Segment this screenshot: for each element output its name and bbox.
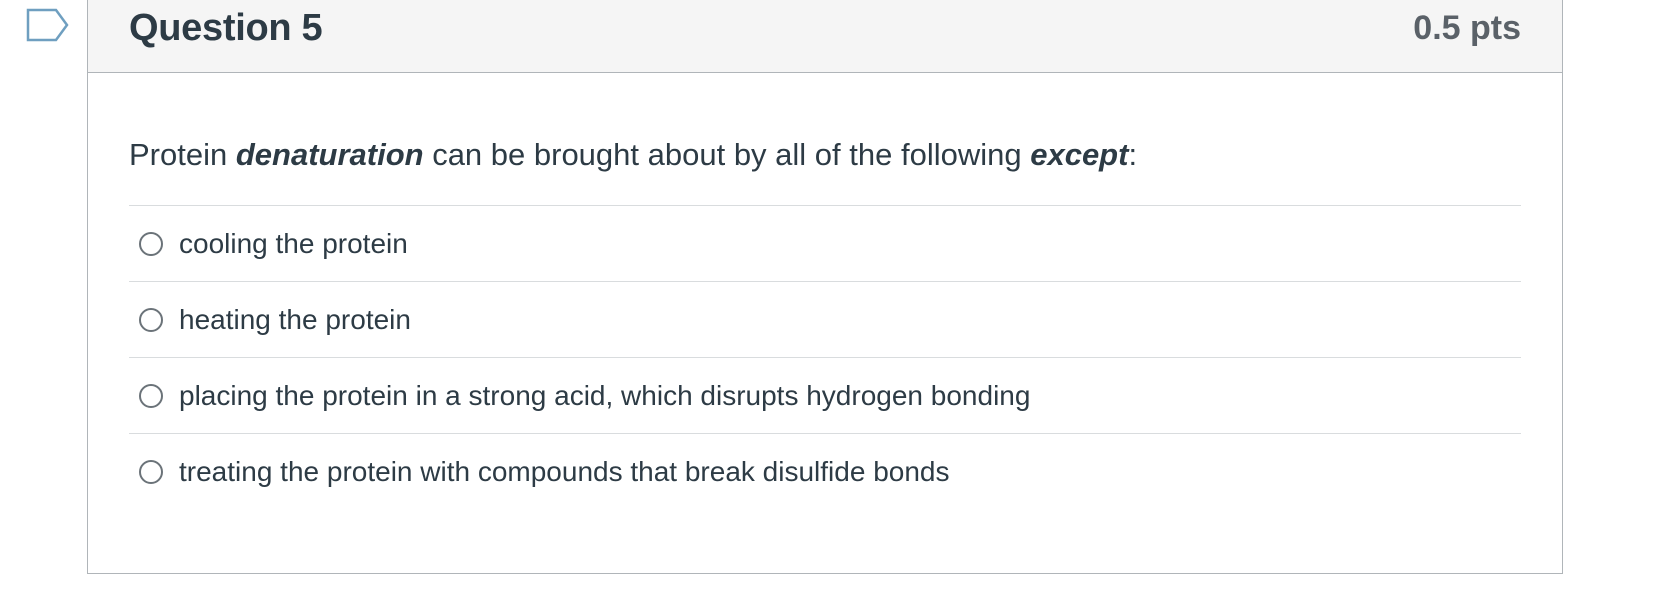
question-text-emphasis-denaturation: denaturation (236, 137, 424, 172)
radio-button[interactable] (139, 459, 163, 484)
answer-option-4[interactable]: treating the protein with compounds that… (129, 434, 1521, 509)
question-body: Protein denaturation can be brought abou… (88, 73, 1562, 509)
question-title: Question 5 (129, 7, 323, 49)
answer-label: treating the protein with compounds that… (179, 455, 950, 487)
question-points: 0.5 pts (1413, 9, 1521, 47)
radio-button[interactable] (139, 307, 163, 332)
question-text-part: : (1128, 137, 1138, 172)
question-card: Question 5 0.5 pts Protein denaturation … (87, 0, 1563, 574)
question-text-emphasis: except (1030, 137, 1129, 172)
answer-option-1[interactable]: cooling the protein (129, 206, 1521, 282)
radio-button[interactable] (139, 231, 163, 256)
answer-list: cooling the protein heating the protein … (129, 205, 1521, 509)
radio-button[interactable] (139, 383, 163, 408)
question-header: Question 5 0.5 pts (88, 0, 1562, 73)
answer-option-2[interactable]: heating the protein (129, 282, 1521, 358)
question-text-emphasis-except: except (1030, 137, 1128, 172)
answer-label: cooling the protein (179, 227, 408, 259)
flag-question-icon[interactable] (26, 8, 70, 42)
answer-label: heating the protein (179, 303, 411, 335)
question-text-part: Protein (129, 137, 236, 172)
question-text-part: can be brought about by all of the follo… (423, 137, 1031, 172)
question-text-emphasis: denaturation (235, 137, 424, 172)
answer-label: placing the protein in a strong acid, wh… (179, 379, 1031, 411)
answer-option-3[interactable]: placing the protein in a strong acid, wh… (129, 358, 1521, 434)
question-text: Protein denaturation can be brought abou… (129, 135, 1521, 175)
